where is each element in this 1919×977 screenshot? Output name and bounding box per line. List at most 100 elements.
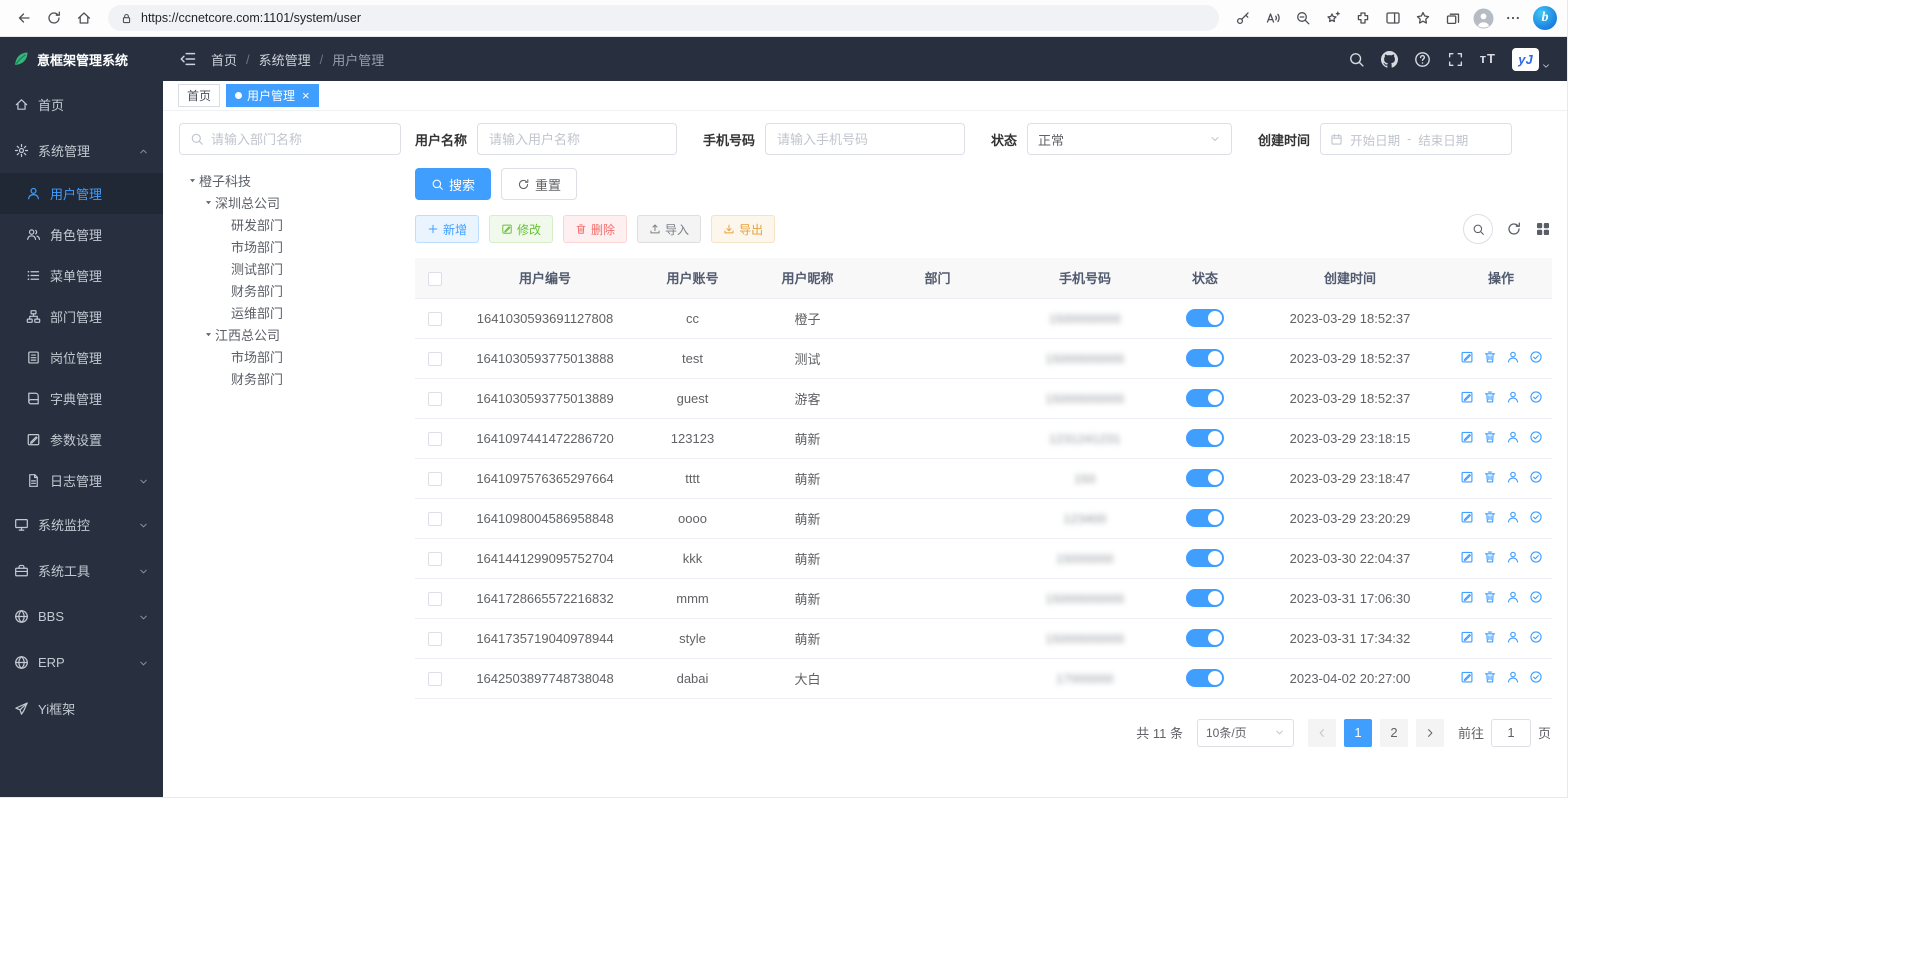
delete-button[interactable]: 删除 (563, 215, 627, 243)
tab-user[interactable]: 用户管理× (226, 84, 319, 107)
browser-home-icon[interactable] (70, 4, 98, 32)
sidebar-item-monitor[interactable]: 系统监控 (0, 501, 163, 547)
edit-user-button[interactable] (1460, 350, 1474, 364)
tree-node[interactable]: 深圳总公司 (179, 191, 401, 213)
status-toggle[interactable] (1186, 589, 1224, 607)
browser-profile-avatar[interactable] (1469, 4, 1497, 32)
password-icon[interactable] (1229, 4, 1257, 32)
table-refresh-button[interactable] (1506, 221, 1522, 237)
assign-role-button[interactable] (1529, 550, 1543, 564)
back-icon[interactable] (10, 4, 38, 32)
more-icon[interactable] (1499, 4, 1527, 32)
breadcrumb-item[interactable]: 首页 (211, 50, 237, 69)
help-icon[interactable] (1414, 51, 1431, 68)
export-button[interactable]: 导出 (711, 215, 775, 243)
goto-page-input[interactable] (1491, 719, 1531, 747)
tree-node[interactable]: 橙子科技 (179, 169, 401, 191)
column-settings-button[interactable] (1535, 221, 1551, 237)
sidebar-item-erp[interactable]: ERP (0, 639, 163, 685)
sidebar-item-role[interactable]: 角色管理 (0, 214, 163, 255)
reload-icon[interactable] (40, 4, 68, 32)
tree-node[interactable]: 运维部门 (179, 301, 401, 323)
page-button-2[interactable]: 2 (1380, 719, 1408, 747)
add-button[interactable]: 新增 (415, 215, 479, 243)
reset-password-button[interactable] (1506, 550, 1520, 564)
reset-password-button[interactable] (1506, 670, 1520, 684)
status-toggle[interactable] (1186, 349, 1224, 367)
delete-user-button[interactable] (1483, 630, 1497, 644)
user-menu[interactable]: yJ (1512, 48, 1551, 71)
status-toggle[interactable] (1186, 549, 1224, 567)
status-toggle[interactable] (1186, 509, 1224, 527)
row-checkbox[interactable] (428, 672, 442, 686)
row-checkbox[interactable] (428, 632, 442, 646)
phone-input[interactable] (765, 123, 965, 155)
delete-user-button[interactable] (1483, 390, 1497, 404)
sidebar-item-bbs[interactable]: BBS (0, 593, 163, 639)
breadcrumb-item[interactable]: 系统管理 (259, 50, 311, 69)
page-size-select[interactable]: 10条/页 (1197, 719, 1294, 747)
reset-password-button[interactable] (1506, 630, 1520, 644)
row-checkbox[interactable] (428, 312, 442, 326)
address-bar[interactable]: https://ccnetcore.com:1101/system/user (108, 5, 1219, 31)
edit-user-button[interactable] (1460, 670, 1474, 684)
collections-icon[interactable] (1439, 4, 1467, 32)
date-range-picker[interactable]: 开始日期 - 结束日期 (1320, 123, 1512, 155)
row-checkbox[interactable] (428, 592, 442, 606)
assign-role-button[interactable] (1529, 670, 1543, 684)
tab-home[interactable]: 首页 (178, 84, 220, 107)
assign-role-button[interactable] (1529, 350, 1543, 364)
assign-role-button[interactable] (1529, 590, 1543, 604)
next-page-button[interactable] (1416, 719, 1444, 747)
delete-user-button[interactable] (1483, 510, 1497, 524)
status-toggle[interactable] (1186, 469, 1224, 487)
sidebar-item-log[interactable]: 日志管理 (0, 460, 163, 501)
select-all-checkbox[interactable] (428, 272, 442, 286)
username-input[interactable] (477, 123, 677, 155)
edit-user-button[interactable] (1460, 390, 1474, 404)
delete-user-button[interactable] (1483, 470, 1497, 484)
row-checkbox[interactable] (428, 432, 442, 446)
department-search-input[interactable] (211, 132, 390, 147)
tree-node[interactable]: 江西总公司 (179, 323, 401, 345)
edit-user-button[interactable] (1460, 470, 1474, 484)
add-favorite-icon[interactable] (1319, 4, 1347, 32)
row-checkbox[interactable] (428, 512, 442, 526)
caret-down-icon[interactable] (185, 173, 199, 187)
row-checkbox[interactable] (428, 352, 442, 366)
toggle-search-button[interactable] (1463, 214, 1493, 244)
status-toggle[interactable] (1186, 629, 1224, 647)
sidebar-item-user[interactable]: 用户管理 (0, 173, 163, 214)
delete-user-button[interactable] (1483, 670, 1497, 684)
read-aloud-icon[interactable] (1259, 4, 1287, 32)
tree-node[interactable]: 测试部门 (179, 257, 401, 279)
row-checkbox[interactable] (428, 552, 442, 566)
edit-user-button[interactable] (1460, 630, 1474, 644)
row-checkbox[interactable] (428, 392, 442, 406)
edit-user-button[interactable] (1460, 590, 1474, 604)
tab-close-icon[interactable]: × (302, 89, 310, 102)
status-toggle[interactable] (1186, 429, 1224, 447)
assign-role-button[interactable] (1529, 630, 1543, 644)
status-toggle[interactable] (1186, 669, 1224, 687)
reset-password-button[interactable] (1506, 590, 1520, 604)
search-button[interactable]: 搜索 (415, 168, 491, 200)
assign-role-button[interactable] (1529, 510, 1543, 524)
reset-password-button[interactable] (1506, 430, 1520, 444)
reset-password-button[interactable] (1506, 350, 1520, 364)
delete-user-button[interactable] (1483, 550, 1497, 564)
page-button-1[interactable]: 1 (1344, 719, 1372, 747)
github-icon[interactable] (1381, 51, 1398, 68)
status-toggle[interactable] (1186, 309, 1224, 327)
reset-password-button[interactable] (1506, 390, 1520, 404)
tree-node[interactable]: 财务部门 (179, 367, 401, 389)
sidebar-item-param[interactable]: 参数设置 (0, 419, 163, 460)
sidebar-item-dept[interactable]: 部门管理 (0, 296, 163, 337)
delete-user-button[interactable] (1483, 430, 1497, 444)
sidebar-collapse-icon[interactable] (179, 50, 197, 68)
caret-down-icon[interactable] (201, 195, 215, 209)
status-toggle[interactable] (1186, 389, 1224, 407)
extensions-icon[interactable] (1349, 4, 1377, 32)
tree-node[interactable]: 财务部门 (179, 279, 401, 301)
reset-password-button[interactable] (1506, 510, 1520, 524)
